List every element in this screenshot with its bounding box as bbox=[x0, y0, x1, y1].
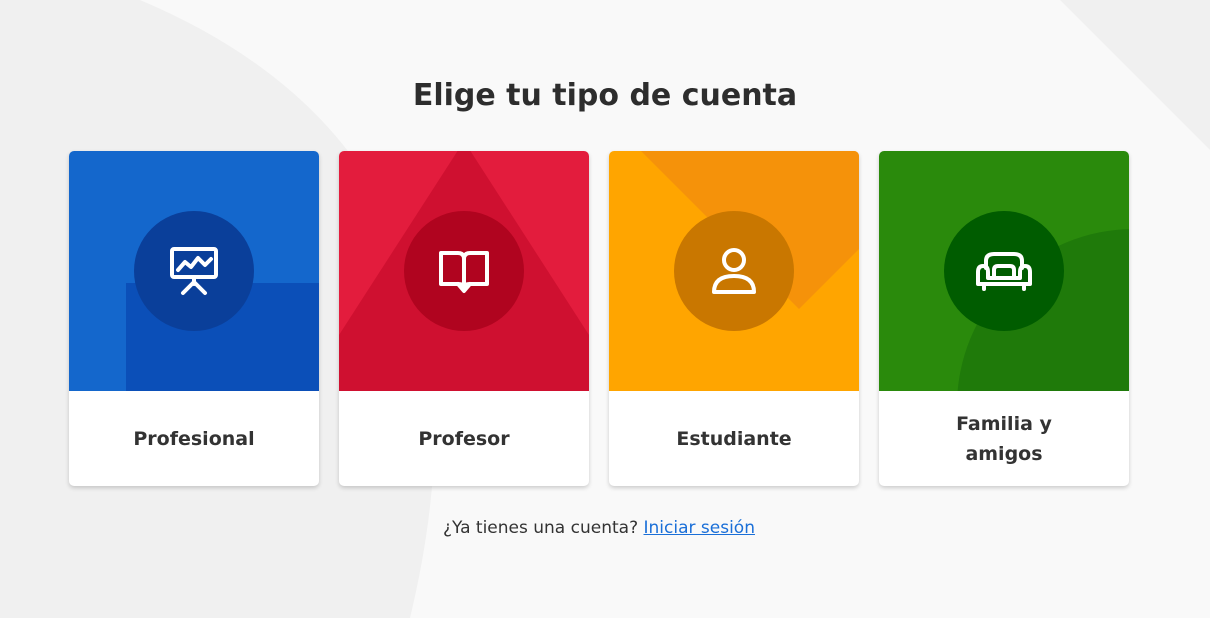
account-card-profesor[interactable]: Profesor bbox=[339, 151, 589, 486]
card-label: Profesor bbox=[418, 427, 510, 450]
card-label: Familia y amigos bbox=[956, 412, 1052, 465]
card-label: Profesional bbox=[133, 427, 255, 450]
login-prompt: ¿Ya tienes una cuenta? Iniciar sesión bbox=[0, 518, 1198, 538]
user-icon bbox=[712, 248, 756, 294]
icon-badge bbox=[944, 211, 1064, 331]
icon-badge bbox=[404, 211, 524, 331]
page-title: Elige tu tipo de cuenta bbox=[412, 78, 798, 113]
sofa-icon bbox=[976, 252, 1032, 291]
open-book-icon bbox=[439, 251, 489, 293]
card-artwork bbox=[69, 151, 319, 391]
card-artwork bbox=[879, 151, 1129, 391]
icon-badge bbox=[134, 211, 254, 331]
account-card-familia-y-amigos[interactable]: Familia y amigos bbox=[879, 151, 1129, 486]
account-type-cards: Profesional Profesor Estudiante Familia … bbox=[69, 151, 1129, 486]
login-link[interactable]: Iniciar sesión bbox=[644, 518, 755, 538]
icon-badge bbox=[674, 211, 794, 331]
presentation-board-icon bbox=[170, 247, 218, 295]
card-artwork bbox=[339, 151, 589, 391]
login-prompt-text: ¿Ya tienes una cuenta? bbox=[443, 518, 639, 538]
account-card-profesional[interactable]: Profesional bbox=[69, 151, 319, 486]
account-card-estudiante[interactable]: Estudiante bbox=[609, 151, 859, 486]
card-artwork bbox=[609, 151, 859, 391]
card-label: Estudiante bbox=[676, 427, 792, 450]
